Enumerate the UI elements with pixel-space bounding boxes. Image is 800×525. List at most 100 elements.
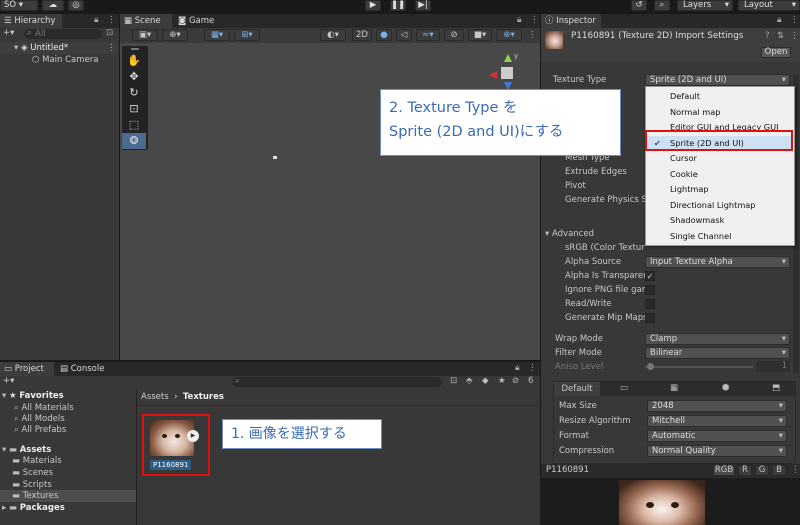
play-icon[interactable]: ▶	[365, 0, 381, 11]
tag-icon[interactable]: ◆	[482, 376, 489, 386]
channel-rgb-button[interactable]: RGB	[713, 465, 735, 476]
snap-icon[interactable]: ⊞▾	[234, 29, 260, 41]
add-icon[interactable]: +▾	[3, 28, 14, 38]
tab-console[interactable]: ▤ Console	[56, 362, 116, 376]
help-icon[interactable]: ?	[765, 31, 770, 41]
gizmo-axis-icon[interactable]: y	[488, 52, 528, 94]
folder-item[interactable]: ▬ Materials	[12, 455, 62, 467]
lock-icon[interactable]: 🔒︎	[517, 15, 522, 25]
asset-tile[interactable]: ▶ P1160891	[142, 414, 210, 476]
menu-icon[interactable]: ⋮	[790, 15, 799, 25]
lock-icon[interactable]: 🔒︎	[515, 363, 520, 373]
mode-2d-button[interactable]: 2D	[352, 29, 372, 41]
menu-item-lightmap[interactable]: Lightmap	[646, 182, 792, 198]
hand-icon[interactable]: ✋	[122, 53, 146, 69]
hidden-packages-icon[interactable]: ⊘	[512, 376, 519, 386]
rotate-icon[interactable]: ↻	[122, 85, 146, 101]
advanced-foldout[interactable]: ▾ Advanced	[545, 228, 594, 240]
mipmaps-checkbox[interactable]	[645, 313, 655, 323]
format-dropdown[interactable]: Automatic	[647, 430, 787, 442]
lock-icon[interactable]: 🔒︎	[777, 15, 782, 25]
menu-item-default[interactable]: Default	[646, 89, 792, 105]
open-button[interactable]: Open	[761, 47, 791, 58]
layout-dropdown[interactable]: Layout ▾	[738, 0, 800, 11]
menu-icon[interactable]: ⋮	[790, 31, 799, 41]
tab-inspector[interactable]: ⓘ Inspector	[541, 14, 601, 28]
compression-dropdown[interactable]: Normal Quality	[647, 445, 787, 457]
search-by-type-icon[interactable]: ⊡	[450, 376, 457, 386]
project-search-input[interactable]: ⌕	[232, 376, 442, 387]
search-by-label-icon[interactable]: ⬘	[466, 376, 473, 386]
aniso-value-field[interactable]: 1	[756, 361, 790, 372]
webgl-html5-icon[interactable]: ⬒	[772, 383, 780, 393]
slider-thumb[interactable]	[647, 363, 654, 370]
tab-project[interactable]: ▭ Project	[0, 362, 54, 376]
grid-snap-icon[interactable]: ▦▾	[204, 29, 230, 41]
draw-mode-icon[interactable]: ▣▾	[132, 29, 158, 41]
menu-icon[interactable]: ⋮	[791, 465, 800, 475]
menu-item-normal-map[interactable]: Normal map	[646, 105, 792, 121]
gizmos-icon[interactable]: ⊕▾	[496, 29, 522, 41]
menu-icon[interactable]: ⋮	[530, 15, 539, 25]
lighting-icon[interactable]: ●	[376, 29, 392, 41]
read-write-checkbox[interactable]	[645, 299, 655, 309]
menu-item-shadowmask[interactable]: Shadowmask	[646, 213, 792, 229]
settings-icon[interactable]: ⇅	[777, 31, 784, 41]
move-icon[interactable]: ✥	[122, 69, 146, 85]
scene-root-row[interactable]: ▾ ◈ Untitled* ⋮	[0, 42, 119, 54]
breadcrumb-item[interactable]: Textures	[183, 392, 224, 402]
account-button[interactable]: SO ▾	[0, 0, 38, 11]
menu-item-single-channel[interactable]: Single Channel	[646, 229, 792, 245]
step-icon[interactable]: ▶|	[415, 0, 431, 11]
hierarchy-item[interactable]: ⬡ Main Camera	[32, 54, 98, 66]
filter-icon[interactable]: ⊡	[106, 28, 113, 38]
menu-icon[interactable]: ⋮	[528, 363, 537, 373]
alpha-source-dropdown[interactable]: Input Texture Alpha	[645, 256, 790, 268]
add-icon[interactable]: +▾	[3, 376, 14, 386]
android-icon[interactable]: ⬢	[722, 383, 729, 393]
tab-hierarchy[interactable]: ☰ Hierarchy	[0, 14, 62, 28]
filter-mode-dropdown[interactable]: Bilinear	[645, 347, 790, 359]
ignore-png-gamma-checkbox[interactable]	[645, 285, 655, 295]
channel-g-button[interactable]: G	[755, 465, 769, 476]
webgl-icon[interactable]: ▦	[670, 383, 678, 393]
layers-dropdown[interactable]: Layers ▾	[677, 0, 733, 11]
tab-game[interactable]: ◙ Game	[174, 14, 230, 28]
star-icon[interactable]: ★	[498, 376, 506, 386]
menu-icon[interactable]: ⋮	[107, 15, 116, 25]
scale-icon[interactable]: ⊡	[122, 101, 146, 117]
breadcrumb-item[interactable]: Assets	[141, 392, 169, 402]
lock-icon[interactable]: 🔒︎	[94, 15, 99, 25]
hierarchy-search-input[interactable]: ⌕ All	[24, 28, 102, 39]
folder-item[interactable]: ▬ Scenes	[12, 467, 53, 479]
resize-algorithm-dropdown[interactable]: Mitchell	[647, 415, 787, 427]
shading-icon[interactable]: ◐▾	[320, 29, 346, 41]
menu-item-cursor[interactable]: Cursor	[646, 151, 792, 167]
collab-icon[interactable]: ◎	[68, 0, 84, 11]
tab-platform-default[interactable]: Default	[554, 382, 600, 396]
aniso-slider[interactable]	[645, 363, 753, 370]
favorites-header[interactable]: ▾ ★ Favorites	[2, 390, 64, 402]
packages-header[interactable]: ▸ ▬ Packages	[2, 502, 65, 514]
menu-icon[interactable]: ⋮	[528, 30, 537, 40]
wrap-mode-dropdown[interactable]: Clamp	[645, 333, 790, 345]
channel-r-button[interactable]: R	[738, 465, 752, 476]
transform-icon[interactable]: ❂	[122, 133, 146, 149]
folder-item-selected[interactable]: ▬ Textures	[0, 490, 136, 502]
play-icon[interactable]: ▶	[187, 430, 199, 442]
menu-icon[interactable]: ⋮	[107, 42, 116, 54]
effects-icon[interactable]: ≈▾	[416, 29, 440, 41]
global-icon[interactable]: ⊕▾	[162, 29, 188, 41]
cloud-icon[interactable]: ☁	[42, 0, 64, 11]
menu-item-directional-lightmap[interactable]: Directional Lightmap	[646, 198, 792, 214]
texture-type-dropdown[interactable]: Sprite (2D and UI)	[645, 74, 790, 86]
max-size-dropdown[interactable]: 2048	[647, 400, 787, 412]
drag-handle-icon[interactable]	[131, 48, 139, 50]
favorite-item[interactable]: ⌕ All Prefabs	[14, 424, 66, 436]
pause-icon[interactable]: ❚❚	[390, 0, 406, 11]
menu-item-cookie[interactable]: Cookie	[646, 167, 792, 183]
search-icon[interactable]: ⌕	[654, 0, 670, 11]
rect-icon[interactable]: ⬚	[122, 117, 146, 133]
history-icon[interactable]: ↺	[631, 0, 647, 11]
audio-icon[interactable]: ◁	[396, 29, 412, 41]
